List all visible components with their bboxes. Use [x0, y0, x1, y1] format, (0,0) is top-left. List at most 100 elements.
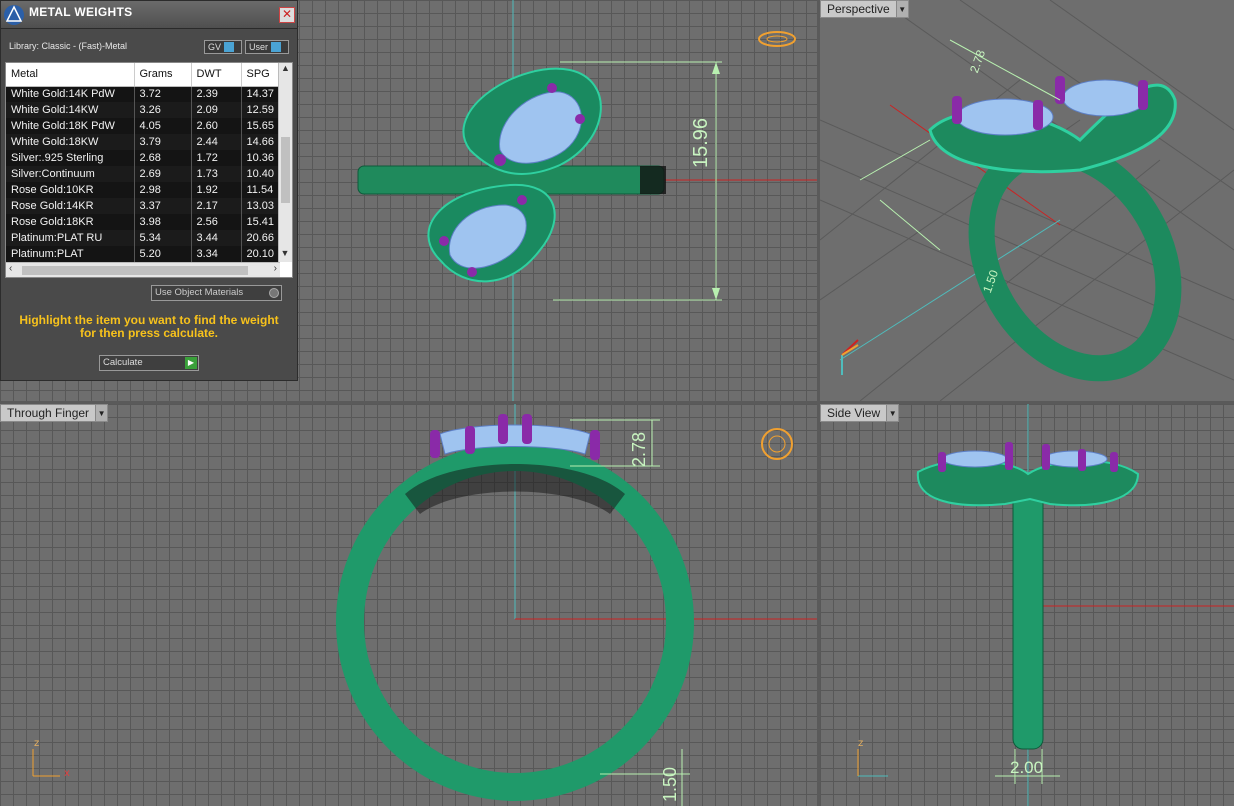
cell-spg: 10.36	[241, 150, 280, 166]
cell-metal: Silver:.925 Sterling	[6, 150, 135, 166]
table-vertical-scrollbar[interactable]: ▲ ▼	[278, 63, 292, 262]
cell-metal: Rose Gold:10KR	[6, 182, 135, 198]
cell-spg: 15.41	[241, 214, 280, 230]
cell-grams: 2.98	[134, 182, 192, 198]
table-row[interactable]: Rose Gold:10KR 2.98 1.92 11.54	[6, 182, 280, 198]
top-length-dimension: 15.96	[690, 117, 712, 168]
scroll-thumb[interactable]	[281, 137, 290, 203]
app-logo-icon	[4, 5, 24, 25]
through-finger-viewport-label[interactable]: Through Finger ▼	[0, 404, 109, 422]
col-header-grams[interactable]: Grams	[134, 63, 192, 87]
cell-grams: 5.20	[134, 246, 192, 262]
cell-grams: 3.98	[134, 214, 192, 230]
cell-dwt: 2.09	[191, 102, 242, 118]
cell-dwt: 2.60	[191, 118, 242, 134]
side-stone-left	[942, 450, 1008, 468]
scroll-up-icon[interactable]: ▲	[279, 63, 292, 77]
panel-title: METAL WEIGHTS	[29, 5, 133, 19]
perspective-label: Perspective	[827, 2, 890, 16]
through-finger-viewport[interactable]: 2.78 1.50 z x Through Finger ▼	[0, 404, 817, 806]
cell-metal: Platinum:PLAT	[6, 246, 135, 262]
finger-axis-gizmo	[32, 749, 60, 777]
user-label: User	[249, 42, 269, 52]
hscroll-thumb[interactable]	[22, 266, 248, 275]
finger-axis-z: z	[34, 738, 40, 749]
cell-spg: 11.54	[241, 182, 280, 198]
play-icon: ▶	[185, 357, 197, 369]
gv-switch-icon	[224, 42, 235, 52]
table-row[interactable]: White Gold:18K PdW 4.05 2.60 15.65	[6, 118, 280, 134]
cell-metal: Rose Gold:14KR	[6, 198, 135, 214]
cell-metal: White Gold:18KW	[6, 134, 135, 150]
cell-dwt: 3.34	[191, 246, 242, 262]
table-row[interactable]: Platinum:PLAT RU 5.34 3.44 20.66	[6, 230, 280, 246]
use-object-materials-checkbox[interactable]: Use Object Materials	[151, 285, 282, 301]
metal-table[interactable]: Metal Grams DWT SPG White Gold:14K PdW 3.…	[5, 62, 293, 278]
table-row[interactable]: White Gold:14KW 3.26 2.09 12.59	[6, 102, 280, 118]
side-dimension-width: 2.00	[1010, 758, 1044, 777]
col-header-spg[interactable]: SPG	[241, 63, 280, 87]
user-toggle[interactable]: User	[245, 40, 289, 54]
chevron-down-icon[interactable]: ▼	[895, 1, 908, 17]
persp-stone-right	[1062, 79, 1148, 117]
cell-dwt: 2.56	[191, 214, 242, 230]
table-row[interactable]: Platinum:PLAT 5.20 3.34 20.10	[6, 246, 280, 262]
cell-grams: 2.69	[134, 166, 192, 182]
cell-grams: 2.68	[134, 150, 192, 166]
cell-spg: 20.66	[241, 230, 280, 246]
user-switch-icon	[271, 42, 282, 52]
cell-spg: 14.66	[241, 134, 280, 150]
table-row[interactable]: White Gold:18KW 3.79 2.44 14.66	[6, 134, 280, 150]
scroll-left-icon[interactable]: ‹	[9, 263, 12, 274]
table-row[interactable]: White Gold:14K PdW 3.72 2.39 14.37	[6, 86, 280, 102]
cell-dwt: 2.39	[191, 86, 242, 102]
perspective-viewport[interactable]: 2.78 1.50 Perspective ▼	[820, 0, 1234, 401]
cell-dwt: 1.73	[191, 166, 242, 182]
cell-metal: Silver:Continuum	[6, 166, 135, 182]
through-finger-canvas	[32, 404, 817, 806]
cell-grams: 4.05	[134, 118, 192, 134]
chevron-down-icon[interactable]: ▼	[886, 405, 899, 421]
cell-grams: 3.37	[134, 198, 192, 214]
table-row[interactable]: Silver:.925 Sterling 2.68 1.72 10.36	[6, 150, 280, 166]
table-row[interactable]: Rose Gold:18KR 3.98 2.56 15.41	[6, 214, 280, 230]
metal-weights-panel: METAL WEIGHTS ✕ Library: Classic - (Fast…	[0, 0, 298, 381]
finger-dimension-bottom: 1.50	[660, 766, 680, 802]
finger-dimension-height: 2.78	[629, 431, 649, 467]
table-row[interactable]: Rose Gold:14KR 3.37 2.17 13.03	[6, 198, 280, 214]
orbit-icon[interactable]	[758, 31, 796, 47]
calculate-button[interactable]: Calculate ▶	[99, 355, 199, 371]
cell-spg: 10.40	[241, 166, 280, 182]
perspective-viewport-label[interactable]: Perspective ▼	[820, 0, 909, 18]
side-viewport-label[interactable]: Side View ▼	[820, 404, 900, 422]
cell-dwt: 1.72	[191, 150, 242, 166]
panel-titlebar[interactable]: METAL WEIGHTS ✕	[1, 1, 297, 29]
cell-grams: 3.72	[134, 86, 192, 102]
cell-spg: 20.10	[241, 246, 280, 262]
cell-spg: 13.03	[241, 198, 280, 214]
col-header-metal[interactable]: Metal	[6, 63, 135, 87]
side-axis-gizmo	[857, 749, 888, 777]
checkbox-icon[interactable]	[269, 288, 279, 298]
finger-orbit-icon[interactable]	[761, 428, 793, 460]
close-button[interactable]: ✕	[279, 7, 295, 23]
side-shank	[1012, 488, 1044, 750]
gv-toggle[interactable]: GV	[204, 40, 242, 54]
col-header-dwt[interactable]: DWT	[191, 63, 242, 87]
library-label: Library: Classic - (Fast)-Metal	[9, 41, 128, 51]
side-stone-right	[1042, 450, 1108, 468]
cell-dwt: 2.44	[191, 134, 242, 150]
side-viewport[interactable]: 2.00 z Side View ▼	[820, 404, 1234, 806]
chevron-down-icon[interactable]: ▼	[95, 405, 108, 421]
table-horizontal-scrollbar[interactable]: ‹ ›	[6, 262, 280, 277]
scroll-down-icon[interactable]: ▼	[279, 248, 291, 262]
through-finger-label: Through Finger	[7, 406, 90, 420]
table-row[interactable]: Silver:Continuum 2.69 1.73 10.40	[6, 166, 280, 182]
scroll-right-icon[interactable]: ›	[274, 263, 277, 274]
side-axis-z: z	[858, 738, 864, 749]
cell-metal: White Gold:14K PdW	[6, 86, 135, 102]
instruction-text: Highlight the item you want to find the …	[19, 313, 279, 340]
cell-dwt: 1.92	[191, 182, 242, 198]
calculate-label: Calculate	[103, 357, 143, 368]
cell-spg: 12.59	[241, 102, 280, 118]
